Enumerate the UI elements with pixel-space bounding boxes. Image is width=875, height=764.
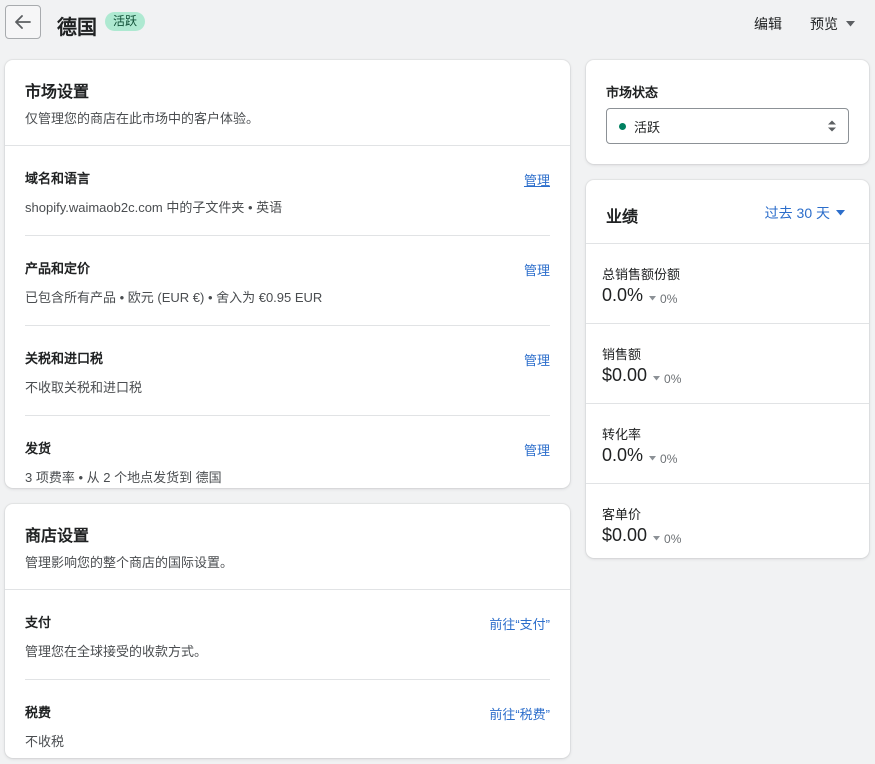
market-settings-subtitle: 仅管理您的商店在此市场中的客户体验。 — [25, 111, 260, 126]
section-duties: 关税和进口税 不收取关税和进口税 管理 — [25, 326, 550, 416]
caret-down-icon — [653, 536, 661, 541]
metric-total-sales-share: 总销售额份额 0.0% 0% — [586, 244, 869, 324]
back-button[interactable] — [5, 5, 41, 39]
metric-label: 总销售额份额 — [602, 267, 681, 282]
page-header: 德国 活跃 编辑 预览 — [0, 0, 875, 44]
section-shipping: 发货 3 项费率 • 从 2 个地点发货到 德国 管理 — [25, 416, 550, 505]
section-desc: 管理您在全球接受的收款方式。 — [25, 644, 208, 659]
metric-value: 0.0% 0% — [602, 445, 678, 466]
market-status-title: 市场状态 — [606, 85, 659, 100]
metric-label: 销售额 — [602, 347, 642, 362]
section-desc: 不收税 — [25, 734, 65, 749]
caret-down-icon — [836, 210, 845, 216]
status-dot-icon — [619, 122, 626, 130]
caret-down-icon — [846, 21, 855, 27]
market-status-value: 活跃 — [634, 119, 661, 135]
preview-button[interactable]: 预览 — [810, 14, 855, 34]
market-status-card: 市场状态 活跃 — [586, 60, 869, 164]
page-title: 德国 — [57, 17, 97, 39]
section-domain-language: 域名和语言 shopify.waimaob2c.com 中的子文件夹 • 英语 … — [25, 146, 550, 236]
sparkline-chart — [683, 286, 853, 288]
store-settings-header: 商店设置 管理影响您的整个商店的国际设置。 — [5, 504, 570, 590]
select-arrows-icon — [828, 120, 836, 132]
market-settings-title: 市场设置 — [25, 84, 90, 101]
store-settings-card: 商店设置 管理影响您的整个商店的国际设置。 支付 管理您在全球接受的收款方式。 … — [5, 504, 570, 758]
store-settings-title: 商店设置 — [25, 528, 90, 545]
metric-delta: 0% — [649, 452, 677, 466]
metric-conversion-rate: 转化率 0.0% 0% — [586, 404, 869, 484]
caret-down-icon — [653, 376, 661, 381]
metric-label: 转化率 — [602, 427, 642, 442]
performance-title: 业绩 — [606, 209, 639, 226]
metric-value: 0.0% 0% — [602, 285, 678, 306]
section-title: 税费 — [25, 705, 52, 720]
manage-domain-link[interactable]: 管理 — [524, 170, 550, 189]
metric-value: $0.00 0% — [602, 525, 682, 546]
caret-down-icon — [649, 296, 657, 301]
date-range-button[interactable]: 过去 30 天 — [765, 203, 845, 223]
metric-average-order-value: 客单价 $0.00 0% — [586, 484, 869, 560]
section-desc: 3 项费率 • 从 2 个地点发货到 德国 — [25, 470, 222, 485]
preview-label: 预览 — [810, 16, 838, 32]
section-title: 发货 — [25, 441, 52, 456]
metric-value: $0.00 0% — [602, 365, 682, 386]
caret-down-icon — [649, 456, 657, 461]
section-title: 支付 — [25, 615, 52, 630]
section-products-pricing: 产品和定价 已包含所有产品 • 欧元 (EUR €) • 舍入为 €0.95 E… — [25, 236, 550, 326]
section-taxes: 税费 不收税 前往“税费” — [25, 680, 550, 764]
store-settings-subtitle: 管理影响您的整个商店的国际设置。 — [25, 555, 234, 570]
section-title: 产品和定价 — [25, 261, 91, 276]
arrow-left-icon — [15, 15, 31, 29]
performance-header: 业绩 过去 30 天 — [586, 180, 869, 244]
manage-duties-link[interactable]: 管理 — [524, 350, 550, 369]
go-to-payments-link[interactable]: 前往“支付” — [489, 614, 550, 633]
performance-card: 业绩 过去 30 天 总销售额份额 0.0% 0% 销售额 $0.00 0% 转… — [586, 180, 869, 558]
metric-delta: 0% — [653, 372, 681, 386]
section-desc: 不收取关税和进口税 — [25, 380, 143, 395]
section-desc: 已包含所有产品 • 欧元 (EUR €) • 舍入为 €0.95 EUR — [25, 290, 323, 305]
edit-button[interactable]: 编辑 — [754, 14, 782, 34]
market-settings-card: 市场设置 仅管理您的商店在此市场中的客户体验。 域名和语言 shopify.wa… — [5, 60, 570, 488]
sparkline-chart — [683, 366, 853, 368]
manage-products-link[interactable]: 管理 — [524, 260, 550, 279]
go-to-taxes-link[interactable]: 前往“税费” — [489, 704, 550, 723]
date-range-label: 过去 30 天 — [764, 205, 830, 221]
section-title: 域名和语言 — [25, 171, 91, 186]
metric-delta: 0% — [649, 292, 677, 306]
section-desc: shopify.waimaob2c.com 中的子文件夹 • 英语 — [25, 200, 283, 215]
section-payments: 支付 管理您在全球接受的收款方式。 前往“支付” — [25, 590, 550, 680]
metric-delta: 0% — [653, 532, 681, 546]
section-title: 关税和进口税 — [25, 351, 104, 366]
metric-label: 客单价 — [602, 507, 642, 522]
manage-shipping-link[interactable]: 管理 — [524, 440, 550, 459]
market-status-select[interactable]: 活跃 — [606, 108, 849, 144]
market-settings-header: 市场设置 仅管理您的商店在此市场中的客户体验。 — [5, 60, 570, 146]
status-badge: 活跃 — [105, 12, 146, 31]
metric-sales: 销售额 $0.00 0% — [586, 324, 869, 404]
